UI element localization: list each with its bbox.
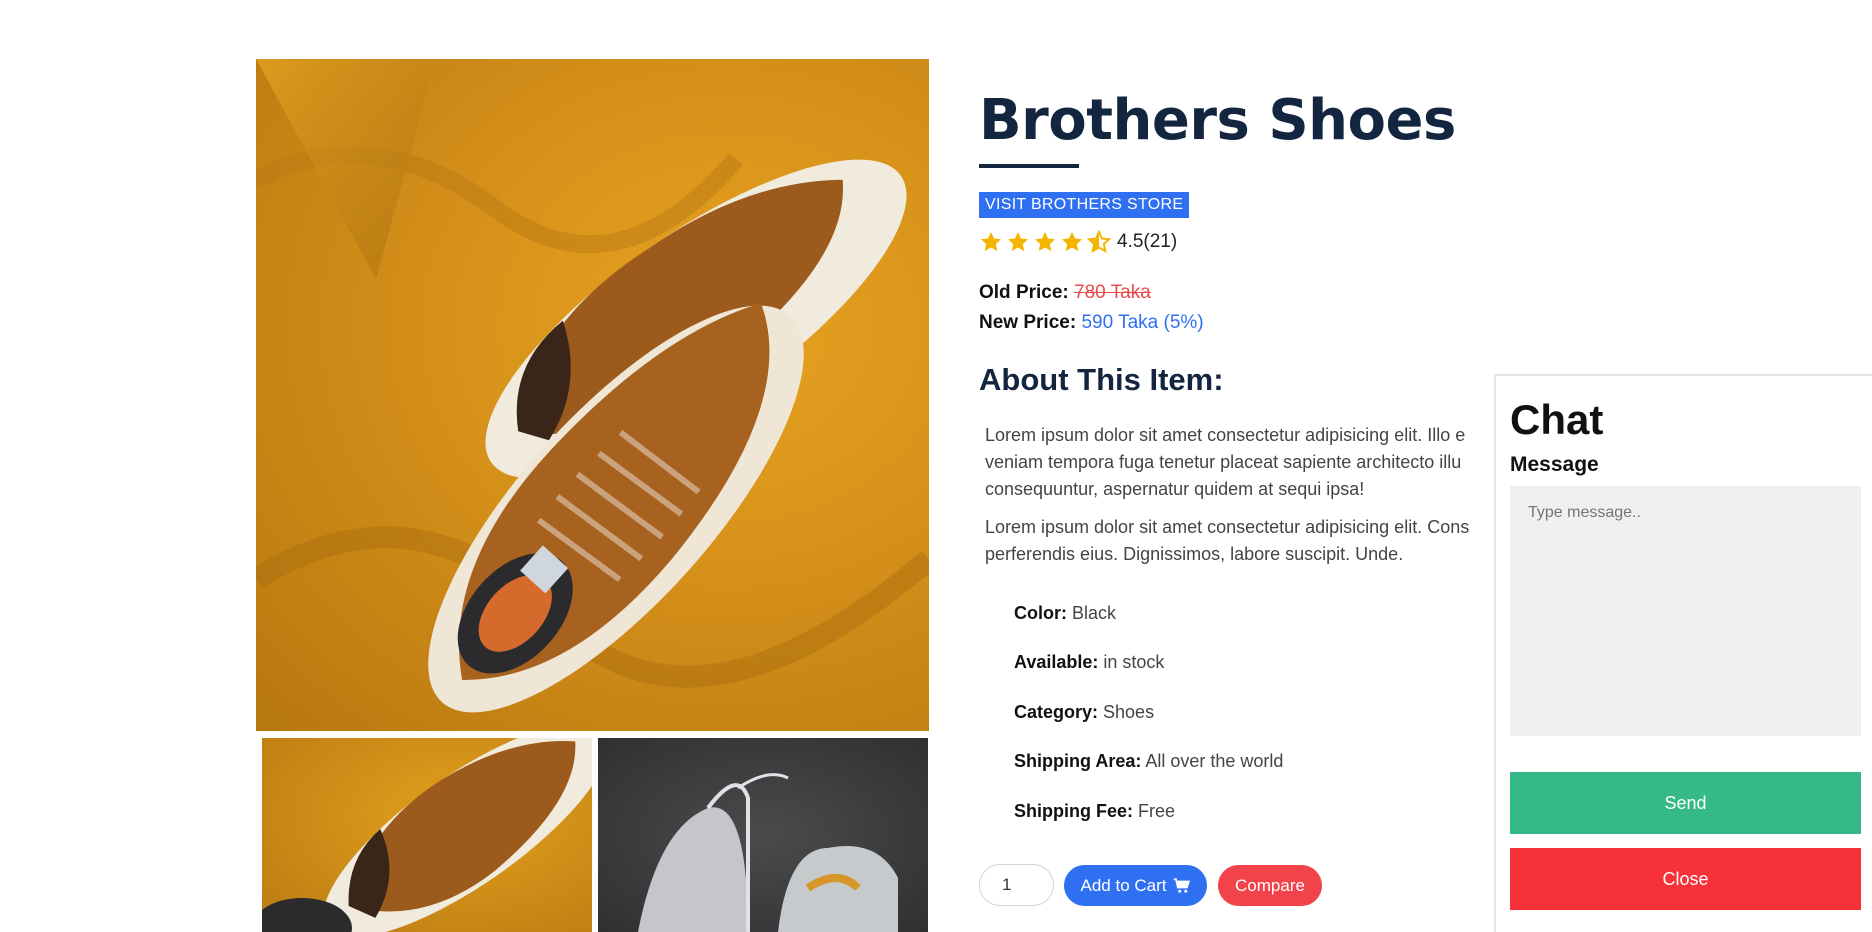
description-line: Lorem ipsum dolor sit amet consectetur a… bbox=[985, 425, 1466, 445]
spec-value: Shoes bbox=[1103, 702, 1155, 722]
description-line: consequuntur, aspernatur quidem at sequi… bbox=[985, 479, 1365, 499]
old-price-value: 780 Taka bbox=[1074, 282, 1151, 303]
thumb-shoe-grey bbox=[638, 773, 898, 932]
chat-title: Chat bbox=[1510, 396, 1604, 443]
old-price-label: Old Price: bbox=[979, 282, 1069, 303]
product-rating: 4.5(21) bbox=[979, 230, 1177, 254]
spec-label: Shipping Area: bbox=[1014, 751, 1142, 771]
chat-message-label: Message bbox=[1510, 453, 1599, 476]
product-thumbnail-2[interactable] bbox=[598, 738, 928, 932]
spec-shipping-area: Shipping Area: All over the world bbox=[1014, 751, 1283, 772]
title-underline-divider bbox=[979, 164, 1079, 168]
spec-label: Shipping Fee: bbox=[1014, 801, 1133, 821]
spec-label: Color: bbox=[1014, 603, 1067, 623]
spec-label: Category: bbox=[1014, 702, 1099, 722]
star-icon bbox=[1008, 232, 1028, 252]
quantity-input[interactable] bbox=[979, 864, 1054, 906]
spec-value: in stock bbox=[1103, 652, 1165, 672]
thumb-shoe-brown bbox=[262, 738, 592, 932]
description-line: Lorem ipsum dolor sit amet consectetur a… bbox=[985, 517, 1470, 537]
compare-button[interactable]: Compare bbox=[1218, 865, 1322, 906]
description-paragraph-2: Lorem ipsum dolor sit amet consectetur a… bbox=[985, 514, 1505, 568]
add-to-cart-label: Add to Cart bbox=[1080, 875, 1167, 895]
chat-send-button[interactable]: Send bbox=[1510, 772, 1861, 834]
about-item-heading: About This Item: bbox=[979, 362, 1224, 397]
chat-close-button[interactable]: Close bbox=[1510, 848, 1861, 910]
visit-store-link[interactable]: VISIT BROTHERS STORE bbox=[979, 192, 1190, 218]
new-price: New Price: 590 Taka (5%) bbox=[979, 312, 1204, 334]
cart-icon bbox=[1173, 877, 1190, 893]
spec-label: Available: bbox=[1014, 652, 1099, 672]
spec-value: Free bbox=[1138, 801, 1176, 821]
description-line: veniam tempora fuga tenetur placeat sapi… bbox=[985, 452, 1462, 472]
description-paragraph-1: Lorem ipsum dolor sit amet consectetur a… bbox=[985, 422, 1505, 503]
new-price-label: New Price: bbox=[979, 312, 1077, 333]
product-title: Brothers Shoes bbox=[979, 88, 1456, 153]
product-main-image bbox=[256, 59, 929, 731]
shoe-illustration bbox=[256, 59, 929, 713]
old-price: Old Price: 780 Taka bbox=[979, 282, 1151, 304]
star-icon bbox=[981, 232, 1001, 252]
spec-category: Category: Shoes bbox=[1014, 702, 1154, 723]
new-price-value: 590 Taka (5%) bbox=[1081, 312, 1204, 333]
spec-available: Available: in stock bbox=[1014, 652, 1164, 673]
chat-message-input[interactable] bbox=[1510, 486, 1861, 736]
spec-shipping-fee: Shipping Fee: Free bbox=[1014, 801, 1175, 822]
product-thumbnail-1[interactable] bbox=[262, 738, 592, 932]
add-to-cart-button[interactable]: Add to Cart bbox=[1064, 865, 1207, 906]
spec-color: Color: Black bbox=[1014, 603, 1116, 624]
star-icon bbox=[1062, 232, 1082, 252]
star-icon bbox=[1035, 232, 1055, 252]
half-star-icon bbox=[1087, 230, 1111, 254]
description-line: perferendis eius. Dignissimos, labore su… bbox=[985, 544, 1404, 564]
spec-value: All over the world bbox=[1145, 751, 1284, 771]
spec-value: Black bbox=[1072, 603, 1117, 623]
chat-popup: Chat Message Send Close bbox=[1494, 374, 1872, 932]
rating-text: 4.5(21) bbox=[1117, 231, 1178, 252]
